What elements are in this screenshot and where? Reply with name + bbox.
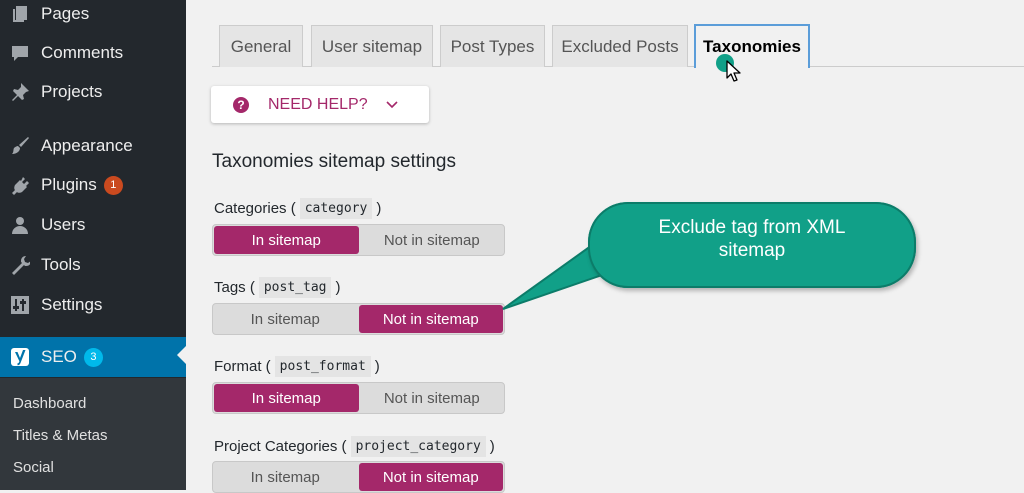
- brush-icon: [9, 135, 31, 157]
- sidebar-item-pages[interactable]: Pages: [0, 0, 186, 32]
- plugins-update-badge: 1: [103, 175, 123, 195]
- submenu-item-titles-metas[interactable]: Titles & Metas: [13, 427, 107, 444]
- categories-sitemap-toggle: In sitemap Not in sitemap: [212, 224, 505, 256]
- sidebar-item-label: Users: [41, 215, 86, 234]
- sidebar-item-appearance[interactable]: Appearance: [0, 128, 186, 164]
- submenu-item-dashboard[interactable]: Dashboard: [13, 395, 86, 412]
- project-categories-slug: project_category: [350, 436, 486, 457]
- project-categories-label: Project Categories ( project_category ): [214, 436, 495, 457]
- mouse-cursor-icon: [726, 60, 741, 82]
- chevron-down-icon: [386, 99, 398, 111]
- project-categories-label-text: Project Categories (: [214, 438, 347, 455]
- sliders-icon: [9, 294, 31, 316]
- tab-taxonomies[interactable]: Taxonomies: [694, 24, 810, 68]
- sidebar-item-seo[interactable]: SEO 3: [0, 337, 186, 377]
- project-categories-label-close: ): [489, 438, 495, 455]
- tags-not-in-sitemap-option[interactable]: Not in sitemap: [358, 305, 503, 333]
- comments-icon: [9, 42, 31, 64]
- tab-post-types[interactable]: Post Types: [440, 25, 545, 67]
- seo-submenu: Dashboard Titles & Metas Social: [0, 378, 186, 490]
- tags-slug: post_tag: [258, 277, 332, 298]
- sidebar-item-label: Appearance: [41, 136, 133, 155]
- format-label: Format ( post_format ): [214, 356, 380, 377]
- sidebar-item-label: Pages: [41, 4, 90, 23]
- sidebar-item-plugins[interactable]: Plugins 1: [0, 167, 186, 203]
- sidebar-item-label: Plugins: [41, 175, 97, 194]
- tags-label-close: ): [335, 279, 341, 296]
- format-label-text: Format (: [214, 358, 271, 375]
- format-slug: post_format: [274, 356, 371, 377]
- seo-notification-badge: 3: [83, 347, 103, 367]
- submenu-item-social[interactable]: Social: [13, 459, 54, 476]
- admin-sidebar: Pages Comments Projects Appearance Plugi…: [0, 0, 186, 490]
- sidebar-item-label: Projects: [41, 82, 103, 101]
- need-help-button[interactable]: ? NEED HELP?: [211, 86, 429, 123]
- user-icon: [9, 214, 31, 236]
- plugin-icon: [9, 174, 31, 196]
- project-categories-in-sitemap-option[interactable]: In sitemap: [213, 462, 358, 492]
- section-title: Taxonomies sitemap settings: [212, 151, 456, 172]
- format-sitemap-toggle: In sitemap Not in sitemap: [212, 382, 505, 414]
- annotation-callout: Exclude tag from XML sitemap: [588, 202, 916, 288]
- project-categories-sitemap-toggle: In sitemap Not in sitemap: [212, 461, 505, 493]
- categories-slug: category: [299, 198, 373, 219]
- tags-label-text: Tags (: [214, 279, 255, 296]
- sidebar-item-comments[interactable]: Comments: [0, 35, 186, 71]
- sidebar-item-label: SEO: [41, 347, 77, 366]
- sidebar-item-label: Tools: [41, 255, 81, 274]
- categories-not-in-sitemap-option[interactable]: Not in sitemap: [360, 225, 505, 255]
- callout-text: Exclude tag from XML sitemap: [658, 217, 846, 261]
- project-categories-not-in-sitemap-option[interactable]: Not in sitemap: [358, 463, 503, 491]
- sidebar-item-users[interactable]: Users: [0, 207, 186, 243]
- wrench-icon: [9, 254, 31, 276]
- sidebar-item-tools[interactable]: Tools: [0, 247, 186, 283]
- need-help-label: NEED HELP?: [268, 95, 368, 113]
- format-not-in-sitemap-option[interactable]: Not in sitemap: [360, 383, 505, 413]
- sidebar-item-projects[interactable]: Projects: [0, 74, 186, 110]
- yoast-icon: [9, 346, 31, 368]
- categories-label: Categories ( category ): [214, 198, 381, 219]
- tags-label: Tags ( post_tag ): [214, 277, 340, 298]
- question-icon: ?: [233, 96, 249, 113]
- format-in-sitemap-option[interactable]: In sitemap: [214, 384, 359, 412]
- tab-user-sitemap[interactable]: User sitemap: [311, 25, 433, 67]
- categories-in-sitemap-option[interactable]: In sitemap: [214, 226, 359, 254]
- categories-label-text: Categories (: [214, 200, 296, 217]
- tags-in-sitemap-option[interactable]: In sitemap: [213, 304, 358, 334]
- pages-icon: [9, 3, 31, 25]
- sidebar-item-settings[interactable]: Settings: [0, 287, 186, 323]
- tab-excluded-posts[interactable]: Excluded Posts: [552, 25, 688, 67]
- pin-icon: [9, 81, 31, 103]
- format-label-close: ): [374, 358, 380, 375]
- sidebar-item-label: Comments: [41, 43, 124, 62]
- active-menu-arrow: [177, 346, 186, 364]
- tags-sitemap-toggle: In sitemap Not in sitemap: [212, 303, 505, 335]
- sidebar-item-label: Settings: [41, 295, 103, 314]
- categories-label-close: ): [376, 200, 382, 217]
- tab-general[interactable]: General: [219, 25, 303, 67]
